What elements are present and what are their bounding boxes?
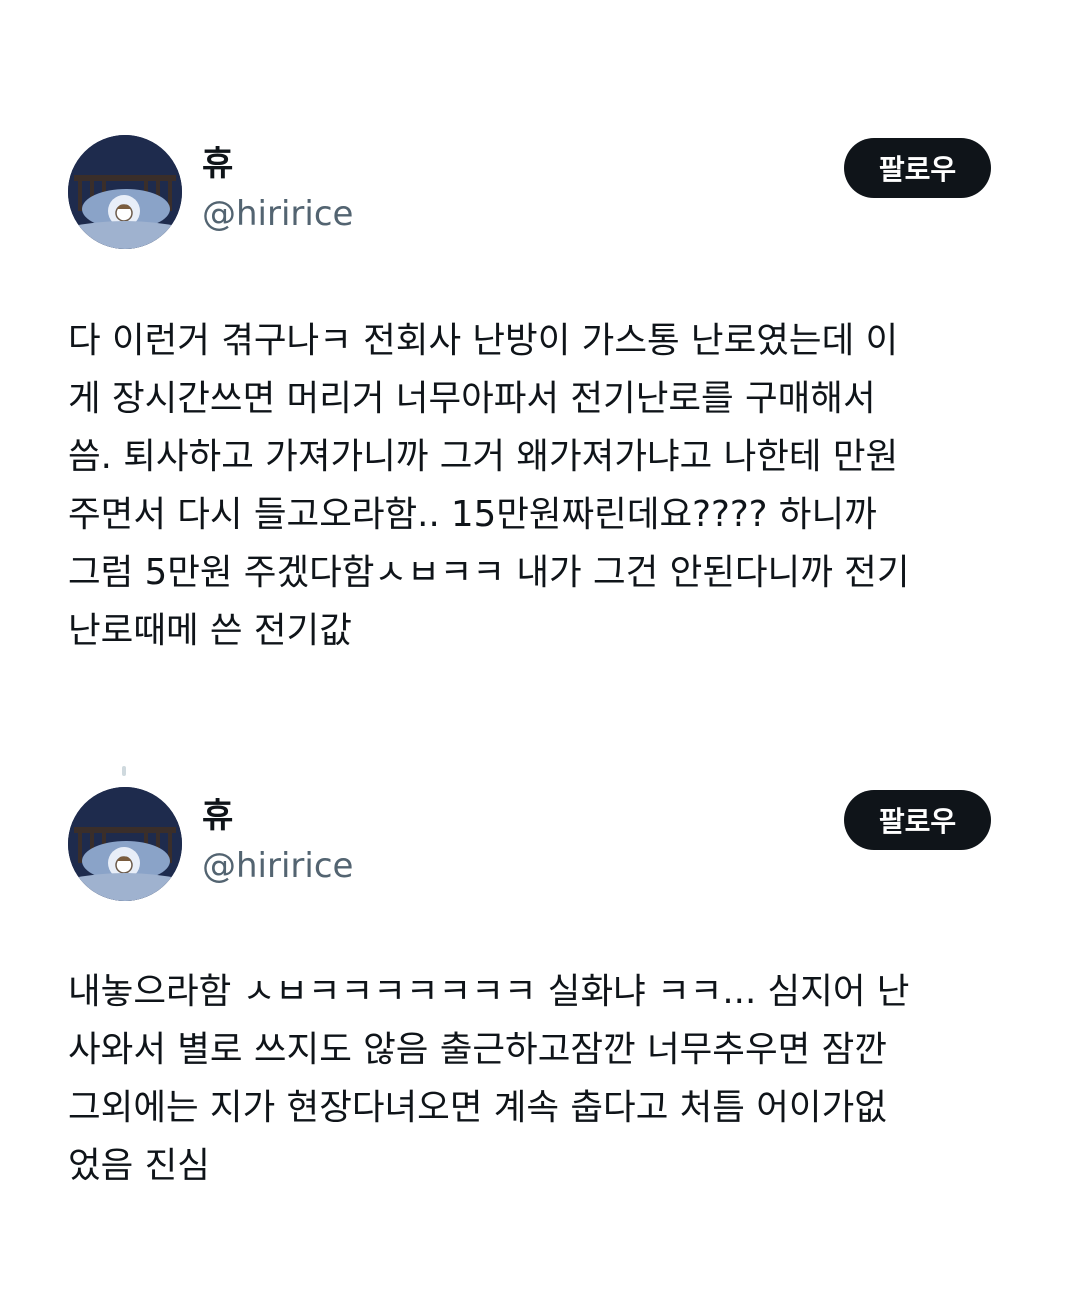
author-display-name[interactable]: 휴 — [202, 142, 233, 186]
tweet-body-text: 다 이런거 겪구나ㅋ 전회사 난방이 가스통 난로였는데 이 게 장시간쓰면 머… — [68, 320, 910, 651]
follow-button[interactable]: 팔로우 — [844, 790, 991, 850]
author-display-name[interactable]: 휴 — [202, 794, 233, 838]
author-handle[interactable]: @hiririce — [202, 844, 353, 888]
avatar[interactable] — [68, 787, 182, 901]
tweet-body-text: 내놓으라함 ㅅㅂㅋㅋㅋㅋㅋㅋㅋ 실화냐 ㅋㅋ... 심지어 난 사와서 별로 쓰… — [68, 971, 910, 1186]
avatar[interactable] — [68, 135, 182, 249]
sleeping-character-avatar-icon — [68, 135, 182, 249]
author-handle[interactable]: @hiririce — [202, 192, 353, 236]
thread-connector — [122, 766, 126, 776]
follow-button[interactable]: 팔로우 — [844, 138, 991, 198]
sleeping-character-avatar-icon — [68, 787, 182, 901]
